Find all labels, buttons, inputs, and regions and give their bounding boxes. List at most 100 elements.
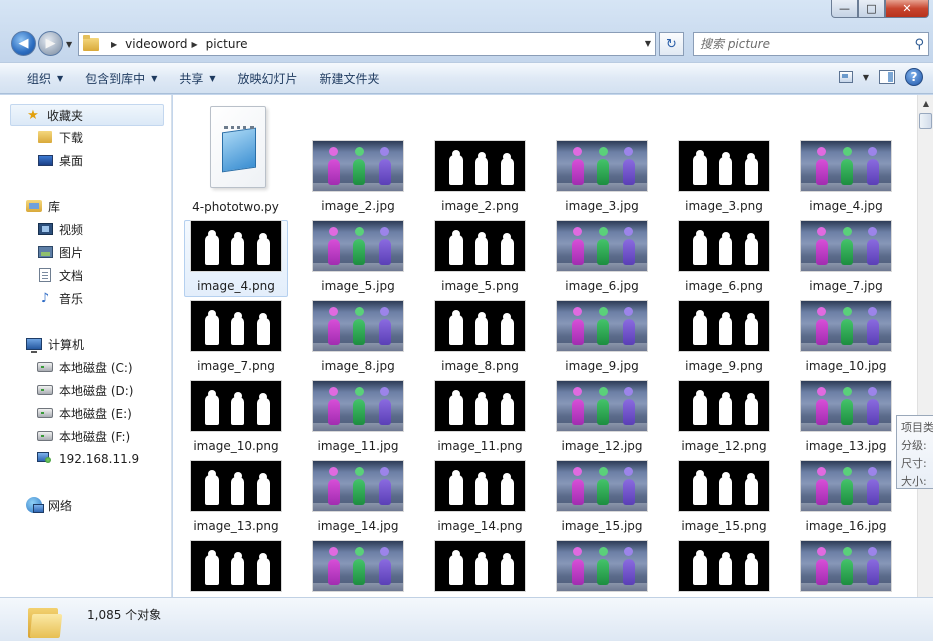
- search-icon[interactable]: ⚲: [914, 37, 924, 52]
- file-item[interactable]: image_4.jpg: [794, 141, 898, 217]
- minimize-button[interactable]: —: [831, 0, 858, 18]
- star-icon: ★: [27, 107, 39, 123]
- search-box[interactable]: ⚲: [693, 32, 929, 56]
- file-item[interactable]: image_7.png: [184, 301, 288, 377]
- nav-music[interactable]: ♪ 音乐: [37, 287, 83, 309]
- music-note-icon: ♪: [40, 290, 50, 306]
- breadcrumb-videoword[interactable]: videoword: [125, 37, 187, 51]
- file-item[interactable]: image_13.jpg: [794, 381, 898, 457]
- file-item[interactable]: [306, 541, 410, 597]
- nav-disk-d[interactable]: 本地磁盘 (D:): [37, 379, 133, 401]
- file-item[interactable]: [672, 541, 776, 597]
- nav-pictures[interactable]: 图片: [37, 241, 83, 263]
- nav-downloads[interactable]: 下载: [37, 126, 83, 148]
- file-item[interactable]: image_5.jpg: [306, 221, 410, 297]
- notepad-file-icon: [202, 104, 270, 192]
- file-item[interactable]: image_6.jpg: [550, 221, 654, 297]
- png-mask-thumbnail: [679, 461, 769, 511]
- tooltip-line: 大小:: [901, 475, 927, 488]
- nav-documents[interactable]: 文档: [37, 264, 83, 286]
- jpg-thumbnail: [557, 221, 647, 271]
- file-item[interactable]: image_2.jpg: [306, 141, 410, 217]
- nav-libraries[interactable]: 库: [26, 195, 60, 217]
- slideshow-button[interactable]: 放映幻灯片: [227, 63, 309, 93]
- maximize-button[interactable]: □: [858, 0, 885, 18]
- file-item[interactable]: image_10.jpg: [794, 301, 898, 377]
- nav-label: 本地磁盘 (F:): [59, 429, 131, 444]
- file-item[interactable]: [550, 541, 654, 597]
- forward-button[interactable]: ▶: [38, 31, 63, 56]
- png-mask-thumbnail: [679, 141, 769, 191]
- file-item[interactable]: image_14.png: [428, 461, 532, 537]
- file-name: image_13.jpg: [805, 439, 887, 453]
- file-item[interactable]: image_11.jpg: [306, 381, 410, 457]
- file-name: image_7.jpg: [809, 279, 883, 293]
- scroll-up-icon[interactable]: ▲: [918, 95, 933, 111]
- file-item[interactable]: image_14.jpg: [306, 461, 410, 537]
- nav-computer[interactable]: 计算机: [26, 333, 84, 355]
- file-item[interactable]: image_5.png: [428, 221, 532, 297]
- file-item[interactable]: image_4.png: [184, 220, 288, 297]
- file-item[interactable]: image_8.png: [428, 301, 532, 377]
- file-item[interactable]: image_8.jpg: [306, 301, 410, 377]
- file-item[interactable]: image_13.png: [184, 461, 288, 537]
- nav-disk-c[interactable]: 本地磁盘 (C:): [37, 356, 133, 378]
- file-item[interactable]: image_3.jpg: [550, 141, 654, 217]
- file-item[interactable]: [794, 541, 898, 597]
- close-button[interactable]: ✕: [885, 0, 929, 18]
- slideshow-label: 放映幻灯片: [237, 71, 298, 86]
- file-item[interactable]: image_12.png: [672, 381, 776, 457]
- new-folder-button[interactable]: 新建文件夹: [309, 63, 391, 93]
- back-button[interactable]: ◀: [11, 31, 36, 56]
- file-item[interactable]: image_3.png: [672, 141, 776, 217]
- file-item[interactable]: [428, 541, 532, 597]
- nav-network[interactable]: 网络: [26, 494, 72, 516]
- recent-pages-dropdown[interactable]: ▼: [66, 40, 72, 49]
- share-menu[interactable]: 共享 ▼: [168, 63, 226, 93]
- nav-disk-f[interactable]: 本地磁盘 (F:): [37, 425, 130, 447]
- search-input[interactable]: [700, 37, 900, 51]
- file-name: image_6.jpg: [565, 279, 639, 293]
- view-controls: ▼ ?: [838, 68, 923, 86]
- file-item[interactable]: image_10.png: [184, 381, 288, 457]
- nav-network-drive[interactable]: 192.168.11.9: [37, 448, 139, 470]
- view-dropdown-icon[interactable]: ▼: [863, 73, 869, 82]
- nav-videos[interactable]: 视频: [37, 218, 83, 240]
- vertical-scrollbar[interactable]: ▲: [917, 95, 933, 597]
- file-item[interactable]: image_6.png: [672, 221, 776, 297]
- file-item[interactable]: image_11.png: [428, 381, 532, 457]
- file-item[interactable]: image_12.jpg: [550, 381, 654, 457]
- preview-pane-icon[interactable]: [879, 70, 895, 84]
- organize-menu[interactable]: 组织 ▼: [16, 63, 74, 93]
- chevron-right-icon[interactable]: ▶: [191, 40, 197, 49]
- include-in-library-menu[interactable]: 包含到库中 ▼: [74, 63, 168, 93]
- jpg-thumbnail: [801, 461, 891, 511]
- file-item[interactable]: image_15.jpg: [550, 461, 654, 537]
- address-dropdown-icon[interactable]: ▼: [645, 39, 651, 48]
- nav-disk-e[interactable]: 本地磁盘 (E:): [37, 402, 132, 424]
- refresh-button[interactable]: ↻: [659, 32, 684, 56]
- file-item[interactable]: image_2.png: [428, 141, 532, 217]
- file-item[interactable]: image_9.jpg: [550, 301, 654, 377]
- file-item[interactable]: [184, 541, 288, 597]
- file-item[interactable]: image_15.png: [672, 461, 776, 537]
- nav-desktop[interactable]: 桌面: [37, 149, 83, 171]
- scrollbar-thumb[interactable]: [919, 113, 932, 129]
- video-library-icon: [37, 221, 53, 237]
- jpg-thumbnail: [557, 541, 647, 591]
- png-mask-thumbnail: [191, 381, 281, 431]
- change-view-icon[interactable]: [838, 71, 853, 83]
- file-item[interactable]: image_16.jpg: [794, 461, 898, 537]
- file-name: image_5.png: [441, 279, 519, 293]
- png-mask-thumbnail: [679, 541, 769, 591]
- breadcrumb-picture[interactable]: picture: [206, 37, 248, 51]
- file-name: image_15.png: [681, 519, 767, 533]
- file-item[interactable]: image_7.jpg: [794, 221, 898, 297]
- file-item[interactable]: 4-phototwo.py: [183, 100, 288, 216]
- address-bar[interactable]: ▶ videoword ▶ picture ▼: [78, 32, 656, 56]
- nav-label: 音乐: [59, 291, 84, 306]
- help-icon[interactable]: ?: [905, 68, 923, 86]
- nav-favorites[interactable]: ★ 收藏夹: [10, 104, 164, 126]
- file-item[interactable]: image_9.png: [672, 301, 776, 377]
- chevron-right-icon[interactable]: ▶: [111, 40, 117, 49]
